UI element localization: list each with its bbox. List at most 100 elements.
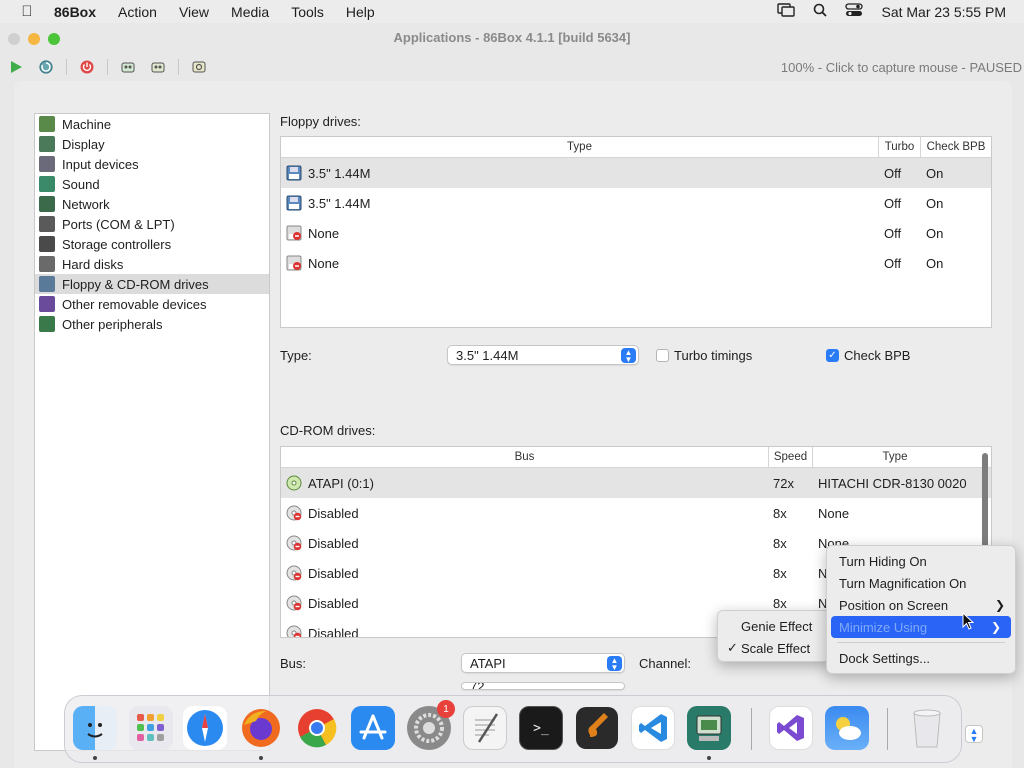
floppy-table-row[interactable]: None Off On	[281, 218, 991, 248]
sidebar-item-floppy-cd-rom-drives[interactable]: Floppy & CD-ROM drives	[35, 274, 269, 294]
check-bpb-checkbox[interactable]: ✓ Check BPB	[826, 348, 910, 363]
floppy-type-cell: 3.5" 1.44M	[281, 165, 879, 181]
finder-icon[interactable]	[73, 706, 117, 750]
channel-label: Channel:	[639, 656, 692, 671]
sidebar-item-ports-com-lpt[interactable]: Ports (COM & LPT)	[35, 214, 269, 234]
menu-item-genie-effect[interactable]: Genie Effect	[718, 615, 829, 637]
menu-media[interactable]: Media	[231, 4, 269, 20]
cdrom-table-row[interactable]: ATAPI (0:1) 72x HITACHI CDR-8130 0020	[281, 468, 991, 498]
menu-help[interactable]: Help	[346, 4, 375, 20]
column-cd-type[interactable]: Type	[813, 447, 977, 467]
sidebar-item-machine[interactable]: Machine	[35, 114, 269, 134]
floppy-check-bpb-cell: On	[926, 195, 944, 211]
safari-icon[interactable]	[183, 706, 227, 750]
column-turbo[interactable]: Turbo	[879, 137, 921, 157]
column-check-bpb[interactable]: Check BPB	[921, 137, 991, 157]
86box-icon[interactable]	[687, 706, 731, 750]
menu-item-scale-effect[interactable]: ✓ Scale Effect	[718, 637, 829, 659]
play-icon[interactable]	[6, 57, 26, 77]
menu-item-dock-settings[interactable]: Dock Settings...	[827, 647, 1015, 669]
window-title: Applications - 86Box 4.1.1 [build 5634]	[393, 30, 631, 45]
column-bus[interactable]: Bus	[281, 447, 769, 467]
menu-item-minimize-using[interactable]: Minimize Using ❯	[831, 616, 1011, 638]
trash-icon[interactable]	[905, 706, 949, 750]
reset-icon[interactable]	[36, 57, 56, 77]
launchpad-icon[interactable]	[129, 706, 173, 750]
floppy-table-row[interactable]: 3.5" 1.44M Off On	[281, 188, 991, 218]
menubar-clock[interactable]: Sat Mar 23 5:55 PM	[881, 4, 1006, 20]
visual-studio-icon[interactable]	[769, 706, 813, 750]
turbo-timings-box[interactable]	[656, 349, 669, 362]
close-window-button[interactable]	[8, 33, 20, 45]
textedit-icon[interactable]	[463, 706, 507, 750]
running-indicator	[93, 756, 97, 760]
sidebar-item-input-devices[interactable]: Input devices	[35, 154, 269, 174]
control-center-icon[interactable]	[845, 3, 864, 20]
cdrom-bus-cell: ATAPI (0:1)	[281, 475, 769, 491]
app-store-icon[interactable]	[351, 706, 395, 750]
floppy-type-cell: None	[281, 255, 879, 271]
turbo-timings-checkbox[interactable]: Turbo timings	[656, 348, 752, 363]
menu-tools[interactable]: Tools	[291, 4, 324, 20]
speed-select[interactable]: 72	[461, 682, 625, 690]
chrome-icon[interactable]	[295, 706, 339, 750]
apple-menu-icon[interactable]: 	[0, 3, 54, 20]
cdrom-table-row[interactable]: Disabled 8x None	[281, 498, 991, 528]
terminal-icon[interactable]: >_	[519, 706, 563, 750]
sidebar-item-storage-controllers[interactable]: Storage controllers	[35, 234, 269, 254]
menu-action[interactable]: Action	[118, 4, 157, 20]
toolbar-separator	[66, 59, 67, 75]
floppy-type-text: None	[308, 225, 340, 241]
floppy-table-row[interactable]: None Off On	[281, 248, 991, 278]
chevron-right-icon: ❯	[994, 598, 1005, 612]
floppy-drives-table: Type Turbo Check BPB 3.5" 1.44M Off On 3.5"…	[280, 136, 992, 328]
sidebar-item-other-peripherals[interactable]: Other peripherals	[35, 314, 269, 334]
floppy-turbo-cell: Off	[884, 165, 902, 181]
bus-select[interactable]: ATAPI ▲ ▼	[461, 653, 625, 673]
cdrom-bus-cell: Disabled	[281, 565, 769, 581]
cdrom-scrollbar[interactable]	[982, 453, 988, 549]
check-bpb-box[interactable]: ✓	[826, 349, 839, 362]
window-titlebar: Applications - 86Box 4.1.1 [build 5634]	[0, 23, 1024, 53]
firefox-icon[interactable]	[239, 706, 283, 750]
zoom-window-button[interactable]	[48, 33, 60, 45]
menu-view[interactable]: View	[179, 4, 209, 20]
power-icon[interactable]	[77, 57, 97, 77]
sidebar-item-label: Floppy & CD-ROM drives	[62, 276, 209, 292]
floppy-table-row[interactable]: 3.5" 1.44M Off On	[281, 158, 991, 188]
dialog-stepper-icon[interactable]: ▲ ▼	[965, 725, 983, 744]
sidebar-item-label: Sound	[62, 176, 100, 192]
cdrom-table-header: Bus Speed Type	[281, 447, 991, 468]
ctrl-alt-del-icon[interactable]	[118, 57, 138, 77]
column-type[interactable]: Type	[281, 137, 879, 157]
vscode-icon[interactable]	[631, 706, 675, 750]
screen-mirroring-icon[interactable]	[777, 3, 796, 20]
chevron-updown-icon: ▲ ▼	[607, 656, 622, 671]
cdrom-bus-cell: Disabled	[281, 505, 769, 521]
cdrom-type-cell: HITACHI CDR-8130 0020	[818, 475, 967, 491]
menu-item-turn-magnification-on[interactable]: Turn Magnification On	[827, 572, 1015, 594]
sidebar-item-sound[interactable]: Sound	[35, 174, 269, 194]
spotlight-search-icon[interactable]	[813, 3, 828, 20]
sidebar-item-hard-disks[interactable]: Hard disks	[35, 254, 269, 274]
menu-item-turn-hiding-on[interactable]: Turn Hiding On	[827, 550, 1015, 572]
weather-icon[interactable]	[825, 706, 869, 750]
sidebar-item-network[interactable]: Network	[35, 194, 269, 214]
floppy-type-select[interactable]: 3.5" 1.44M ▲ ▼	[447, 345, 639, 365]
garageband-icon[interactable]	[575, 706, 619, 750]
menu-item-position-on-screen[interactable]: Position on Screen ❯	[827, 594, 1015, 616]
settings-icon[interactable]	[189, 57, 209, 77]
app-menu[interactable]: 86Box	[54, 4, 96, 20]
sidebar-item-other-removable-devices[interactable]: Other removable devices	[35, 294, 269, 314]
sidebar-item-display[interactable]: Display	[35, 134, 269, 154]
floppy-table-header: Type Turbo Check BPB	[281, 137, 991, 158]
cdrom-speed-cell: 8x	[773, 595, 787, 611]
toolbar-separator	[178, 59, 179, 75]
column-speed[interactable]: Speed	[769, 447, 813, 467]
ctrl-alt-esc-icon[interactable]	[148, 57, 168, 77]
minimize-window-button[interactable]	[28, 33, 40, 45]
toolbar: 100% - Click to capture mouse - PAUSED	[0, 53, 1024, 81]
system-settings-icon[interactable]: 1	[407, 700, 455, 750]
sidebar-item-label: Network	[62, 196, 110, 212]
removable-devices-icon	[39, 296, 55, 312]
